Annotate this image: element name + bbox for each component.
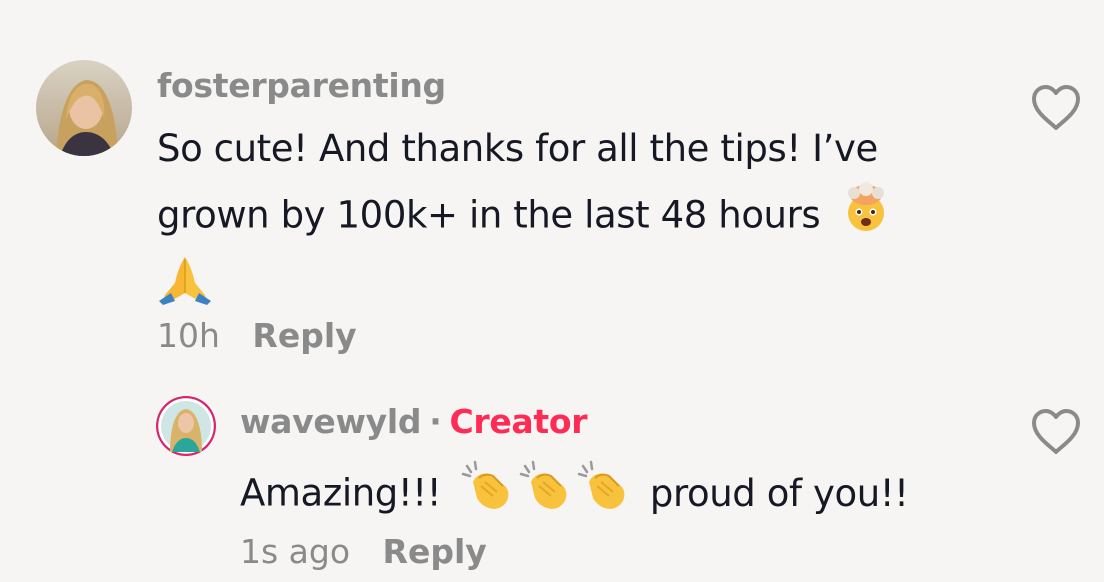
exploding-head-emoji [840,181,892,253]
comment-text-line [157,253,977,325]
avatar[interactable] [36,60,132,156]
reply-button[interactable]: Reply [252,316,356,355]
comment-text-line: So cute! And thanks for all the tips! I’… [157,127,878,170]
comment-meta: 1s ago Reply [240,532,487,571]
comment-text-segment: Amazing!!! [240,471,442,515]
comment-timestamp: 1s ago [240,532,351,571]
comment-meta: 10h Reply [157,316,357,355]
creator-badge: Creator [449,402,588,441]
comment-username[interactable]: wavewyld [240,402,421,441]
clapping-hands-emoji [517,456,575,534]
comment-text: So cute! And thanks for all the tips! I’… [157,116,977,325]
clapping-hands-emoji [459,456,517,534]
like-button[interactable] [1030,84,1082,136]
comment-username-row: wavewyld · Creator [240,402,588,441]
comment-text: Amazing!!! proud of you!! [240,456,909,534]
comment-text-line: grown by 100k+ in the last 48 hours [157,181,977,253]
like-button[interactable] [1030,408,1082,460]
folded-hands-emoji [157,253,213,325]
comment-username[interactable]: fosterparenting [157,66,446,105]
comment-thread: fosterparenting So cute! And thanks for … [0,0,1104,582]
heart-outline-icon [1030,409,1082,460]
clapping-hands-emoji [575,456,633,534]
separator-dot: · [429,402,442,441]
reply-comment-item: wavewyld · Creator Amazing!!! proud of y… [0,380,1104,582]
comment-timestamp: 10h [157,316,220,355]
reply-button[interactable]: Reply [383,532,487,571]
comment-text-segment: grown by 100k+ in the last 48 hours [157,193,821,237]
comment-text-segment: proud of you!! [649,471,909,515]
comment-item: fosterparenting So cute! And thanks for … [0,0,1104,380]
avatar[interactable] [156,396,216,456]
heart-outline-icon [1030,85,1082,136]
